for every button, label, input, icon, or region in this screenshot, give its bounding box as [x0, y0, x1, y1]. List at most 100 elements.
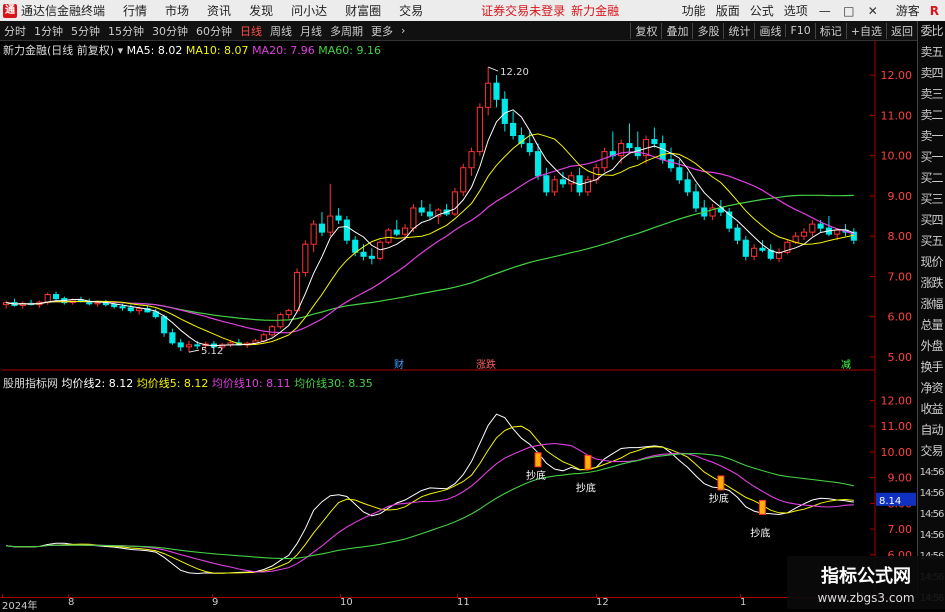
panel-item-0: 委比: [920, 24, 943, 38]
candle-body: [510, 122, 517, 137]
ma20-line: [6, 151, 854, 334]
ma10-line: [6, 133, 854, 346]
time-axis-tick: [2, 594, 3, 598]
signal-bar: [584, 454, 592, 470]
price-axis-label: 11.00: [881, 109, 913, 122]
candle-body: [136, 308, 143, 312]
candle-body: [160, 316, 168, 334]
low-pointer: [188, 349, 200, 353]
candle-body: [368, 255, 375, 259]
panel-item-20[interactable]: 交易: [918, 441, 945, 462]
candle-body: [676, 167, 683, 181]
candle-body: [293, 271, 301, 312]
panel-item-24[interactable]: 14:56: [918, 525, 945, 546]
panel-item-14: 总量: [920, 318, 943, 332]
panel-item-9: 买四: [920, 213, 943, 227]
low-label: 5.12: [201, 346, 223, 357]
price-axis-label: 6.00: [888, 311, 913, 324]
candle-body: [451, 191, 459, 215]
candle-body: [559, 179, 567, 185]
candle-body: [44, 294, 51, 303]
candle-body: [127, 307, 134, 312]
candle-body: [667, 159, 675, 169]
candle-body: [352, 239, 359, 253]
candle-body: [327, 215, 334, 233]
indicator-axis-label: 7.00: [888, 523, 913, 536]
panel-item-23[interactable]: 14:56: [918, 504, 945, 525]
price-axis-label: 7.00: [888, 270, 913, 283]
candle-body: [684, 179, 691, 193]
panel-item-10: 买五: [920, 234, 943, 248]
panel-item-7: 买二: [920, 171, 943, 185]
candle-body: [119, 306, 126, 309]
panel-item-16: 换手: [920, 360, 943, 374]
panel-item-8: 买三: [920, 192, 943, 206]
candle-body: [393, 229, 400, 235]
candle-body: [659, 143, 666, 161]
candle-body: [751, 247, 758, 257]
high-label: 12.20: [500, 67, 529, 78]
indicator-axis-label: 9.00: [888, 472, 913, 485]
time-axis-label-1: 8: [68, 597, 75, 608]
time-axis-tick: [457, 594, 458, 598]
panel-item-17: 净资: [920, 381, 943, 395]
high-pointer: [487, 66, 499, 72]
candle-body: [800, 231, 808, 237]
price-axis-label: 9.00: [888, 190, 913, 203]
price-axis-label: 10.00: [881, 150, 913, 163]
candle-body: [809, 223, 816, 233]
brand-logo: R: [929, 3, 939, 18]
signal-bar: [717, 475, 725, 491]
panel-item-6: 买一: [920, 150, 943, 164]
panel-item-5: 卖一: [920, 129, 943, 143]
chart-canvas[interactable]: 12.00 11.00 10.00 9.00 8.00 7.00 6.00 5.00 12.00…: [0, 0, 918, 597]
candle-body: [52, 294, 60, 300]
candle-body: [185, 344, 193, 348]
candle-body: [742, 239, 749, 257]
candle-body: [759, 247, 766, 251]
candle-body: [734, 227, 741, 241]
signal-label: 抄底: [576, 481, 596, 494]
panel-item-15: 外盘: [920, 339, 943, 353]
panel-item-2: 卖四: [920, 66, 943, 80]
candle-body: [410, 207, 417, 229]
panel-item-4: 卖二: [920, 108, 943, 122]
candle-body: [194, 344, 201, 347]
panel-item-13: 涨幅: [920, 297, 943, 311]
price-axis-label: 12.00: [881, 69, 913, 82]
panel-item-19[interactable]: 自动: [918, 420, 945, 441]
candle-body: [651, 139, 658, 145]
candle-body: [692, 191, 700, 209]
panel-item-21[interactable]: 14:56: [918, 462, 945, 483]
candle-body: [501, 98, 508, 124]
panel-item-11: 现价: [920, 255, 943, 269]
price-axis-label: 5.00: [888, 351, 913, 364]
candle-body: [360, 251, 367, 257]
event-marker-reduce: 减: [841, 359, 851, 371]
candle-body: [169, 332, 176, 344]
indicator-axis-label: 11.00: [881, 420, 913, 433]
candle-body: [318, 223, 326, 233]
candle-body: [310, 223, 317, 245]
event-marker-finance: 财: [394, 358, 404, 371]
signal-bar: [534, 452, 542, 468]
time-axis-tick: [68, 594, 69, 598]
time-axis-tick: [212, 594, 213, 598]
time-axis-label-0: 2024年: [2, 601, 38, 612]
time-axis-tick: [596, 594, 597, 598]
candle-body: [543, 175, 550, 193]
time-axis-label-2: 9: [212, 597, 219, 608]
candle-body: [94, 302, 101, 305]
candle-body: [485, 82, 492, 108]
candle-body: [476, 106, 483, 153]
time-axis-label-5: 12: [596, 597, 609, 608]
signal-label: 抄底: [709, 492, 729, 505]
panel-item-22[interactable]: 14:56: [918, 483, 945, 504]
brand-name: 指标公式网: [821, 566, 911, 587]
time-axis-label-6: 1: [740, 597, 747, 608]
time-axis-label-3: 10: [340, 597, 353, 608]
candle-body: [269, 326, 276, 336]
time-axis-label-4: 11: [457, 597, 470, 608]
candle-body: [626, 143, 633, 149]
signal-bar: [758, 499, 766, 515]
